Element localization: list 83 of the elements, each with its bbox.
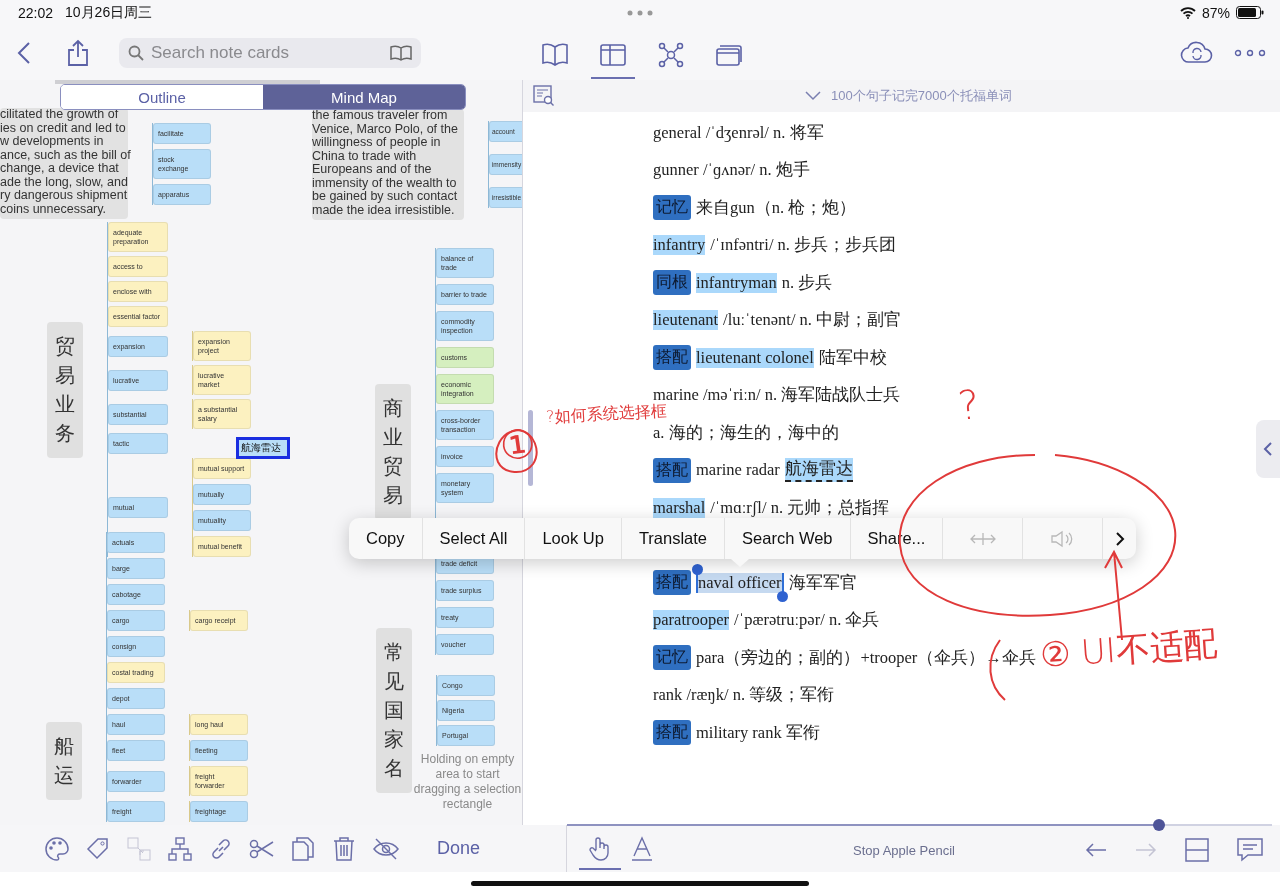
text-pen-icon [630,836,654,862]
menu-item[interactable]: Translate [620,518,725,559]
back-icon[interactable] [17,40,31,65]
text-run: 海军军官 [788,571,857,594]
text-run: general /ˈdʒenrəl/ n. 将军 [653,121,824,144]
status-time: 22:02 [18,4,54,21]
chevron-down-icon[interactable] [805,91,821,101]
tag-label: 同根 [653,270,691,296]
text-run: /ˈmɑːrʃl/ n. 元帅；总指挥 [710,496,890,519]
segment-tab[interactable]: Mind Map [263,85,465,109]
mind-node[interactable]: 航海雷达 [236,437,290,459]
topic-node[interactable]: 贸易业务 [47,321,83,458]
text-run: paratrooper [653,610,730,631]
text-run: marshal [653,497,706,518]
handwritten-note: ? [955,384,982,426]
topic-node[interactable]: 商业贸易 [375,383,411,520]
mind-map-icon[interactable] [657,42,685,68]
menu-item[interactable]: Copy [349,518,422,559]
hand-icon [588,836,612,862]
tag-label: 搭配 [653,570,691,596]
menu-item[interactable]: Search Web [724,518,850,559]
status-date: 10月26日周三 [65,3,153,22]
tag-label: 搭配 [653,345,691,371]
chevron-right-icon [1114,530,1125,547]
more-icon[interactable] [1234,48,1266,57]
panel-layout-icon[interactable] [599,43,627,67]
handwritten-note: ② UI不适配 [1039,625,1219,673]
eye-slash-icon[interactable] [372,835,400,862]
battery-icon [1236,6,1264,19]
topic-node[interactable]: 船运 [46,722,82,800]
tag-label: 记忆 [653,195,691,221]
home-indicator[interactable] [471,880,809,886]
tag-label: 搭配 [653,457,691,483]
share-icon[interactable] [67,38,89,67]
chevron-left-icon [1263,441,1273,457]
selection-handle[interactable] [692,563,703,575]
tag-icon[interactable] [85,835,111,862]
back-arrow-icon[interactable] [1084,841,1108,859]
text-run: 来自gun（n. 枪；炮） [696,196,857,219]
search-icon [128,44,144,61]
text-run: 陆军中校 [818,346,887,369]
copy-icon[interactable] [290,835,316,862]
comment-icon[interactable] [1236,837,1264,863]
text-run: /ˈɪnfəntri/ n. 步兵；步兵团 [710,234,897,257]
text-run: gunner /ˈɡʌnər/ n. 炮手 [653,159,810,182]
note-card[interactable]: the famous traveler from Venice, Marco Polo, of the willingness of people in China to trade with Europeans and of the immensity of the wealth to be gained by such contact made the idea irresistible. [312,109,464,220]
document-search-icon[interactable] [533,85,555,107]
text-run: military rank 军衔 [696,721,820,744]
multitask-icon[interactable] [627,10,653,16]
text-run: infantryman [696,272,777,293]
side-panel-tab[interactable] [1256,420,1280,478]
double-arrow-icon [968,530,997,547]
selection-handle[interactable] [776,590,788,602]
wifi-icon [1179,6,1196,19]
trash-icon[interactable] [331,835,357,862]
text-run: infantry [653,235,706,256]
text-run: 航海雷达 [784,458,853,483]
hint-text: Holding on empty area to start dragging a selection rectangle [413,752,522,812]
search-field[interactable]: Search note cards [119,37,421,68]
battery-percent: 87% [1201,4,1230,21]
text-run: marine /məˈriːn/ n. 海军陆战队士兵 [653,384,901,405]
text-run: /luːˈtenənt/ n. 中尉；副官 [723,309,902,332]
text-run: n. 步兵 [781,271,833,294]
cards-icon[interactable] [715,43,743,67]
text-run: marine radar [696,460,780,481]
book-icon[interactable] [541,43,569,67]
text-run: /ˈpærətruːpər/ n. 伞兵 [734,609,880,632]
text-run: lieutenant [653,310,719,331]
palette-icon[interactable] [44,835,70,862]
book-icon[interactable] [390,44,412,61]
topic-node[interactable]: 常见国家名 [376,628,412,793]
text-run: rank /ræŋk/ n. 等级；军衔 [653,684,835,707]
tag-label: 记忆 [653,645,691,671]
text-run: lieutenant colonel [696,347,814,368]
tag-label: 搭配 [653,720,691,746]
menu-item[interactable]: Look Up [524,518,621,559]
stop-pencil-button[interactable]: Stop Apple Pencil [853,842,955,858]
menu-item[interactable]: Select All [421,518,525,559]
slider-thumb[interactable] [1153,819,1166,831]
hierarchy-icon[interactable] [167,835,193,862]
cloud-sync-icon[interactable] [1180,40,1214,65]
done-button[interactable]: Done [437,838,481,859]
split-layout-icon[interactable] [1184,837,1210,863]
